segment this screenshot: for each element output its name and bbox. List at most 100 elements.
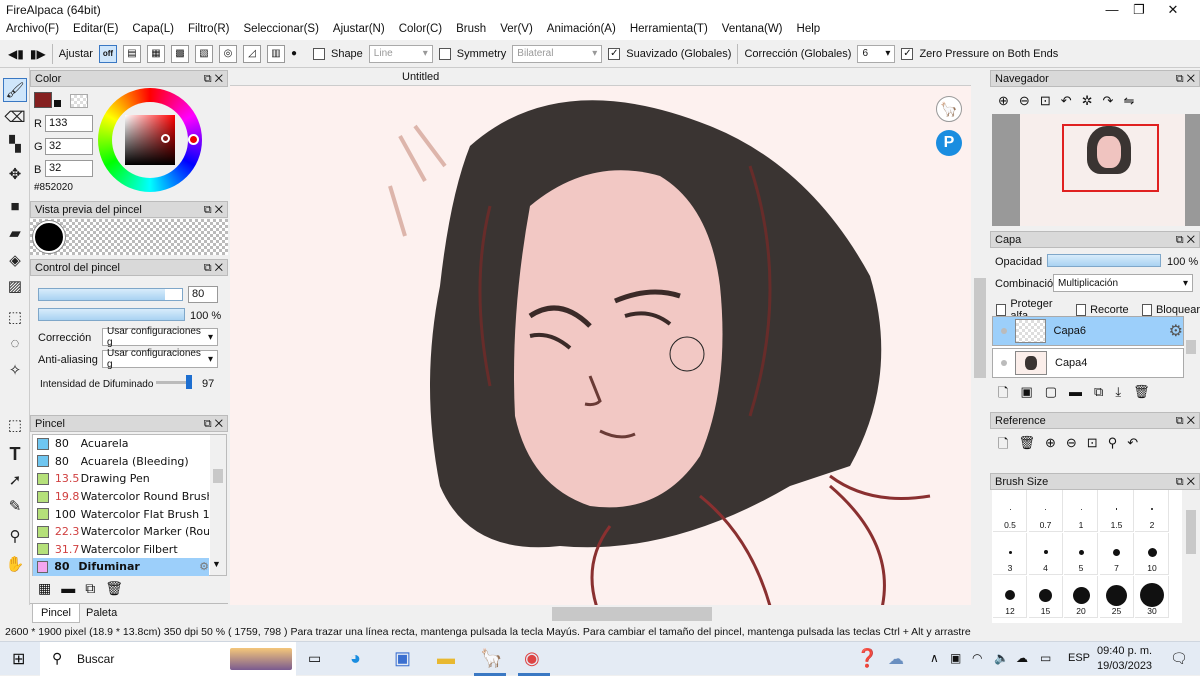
snap-grid-icon[interactable]: ▦: [146, 44, 165, 63]
snap-off-button[interactable]: off: [98, 44, 117, 63]
firealpaca-taskbar-icon[interactable]: 🦙: [480, 648, 502, 669]
tab-pincel[interactable]: Pincel: [32, 604, 80, 623]
layer-row-capa6[interactable]: Capa6 ⚙: [992, 316, 1184, 346]
brush-list-item[interactable]: 80 Acuarela: [33, 435, 209, 453]
gear-icon[interactable]: ⚙: [1169, 321, 1183, 341]
gradient-tool-icon[interactable]: ▰: [3, 221, 27, 245]
swap-color-icon[interactable]: [54, 100, 61, 107]
reference-eyedropper-icon[interactable]: ⚲: [1108, 435, 1118, 457]
dot-tool-icon[interactable]: ▚: [3, 132, 27, 156]
menu-ver[interactable]: Ver(V): [500, 20, 541, 40]
lock-checkbox[interactable]: [1141, 304, 1152, 316]
zoom-fit-icon[interactable]: ⊡: [1040, 93, 1051, 109]
operation-tool-icon[interactable]: ➚: [3, 468, 27, 492]
navigator-preview[interactable]: [992, 114, 1200, 226]
r-input[interactable]: 133: [45, 115, 93, 132]
brush-list-item[interactable]: 100 Watercolor Flat Brush 1: [33, 505, 209, 523]
weather-icon[interactable]: ☁: [888, 649, 904, 669]
reference-zoom-in-icon[interactable]: ⊕: [1045, 435, 1056, 457]
reference-fit-icon[interactable]: ⊡: [1087, 435, 1098, 457]
reference-zoom-out-icon[interactable]: ⊖: [1066, 435, 1077, 457]
clock-time[interactable]: 09:40 p. m.: [1097, 645, 1152, 657]
edge-icon[interactable]: ◕: [350, 648, 361, 669]
menu-animacion[interactable]: Animación(A): [547, 20, 624, 40]
volume-icon[interactable]: 🔈: [994, 651, 1009, 665]
layer-visibility-icon[interactable]: [1001, 328, 1007, 334]
pixiv-icon[interactable]: P: [936, 130, 962, 156]
menu-filtro[interactable]: Filtro(R): [188, 20, 238, 40]
blur-slider-thumb[interactable]: [186, 375, 192, 389]
panel-float-icon[interactable]: ⧉ ✕: [1176, 415, 1195, 427]
menu-herramienta[interactable]: Herramienta(T): [630, 20, 716, 40]
divide-tool-icon[interactable]: ✎: [3, 494, 27, 518]
snap-3d-icon[interactable]: ▥: [266, 44, 285, 63]
tab-paleta[interactable]: Paleta: [80, 604, 123, 622]
new-folder-icon[interactable]: ▬: [1069, 384, 1082, 406]
reference-open-icon[interactable]: 🗋: [998, 435, 1008, 457]
magic-wand-tool-icon[interactable]: ✧: [3, 358, 27, 382]
correccion-dropdown[interactable]: Usar configuraciones g ▾: [102, 326, 218, 348]
brush-list-item[interactable]: 22.3Watercolor Marker (Round: [33, 523, 209, 541]
menu-capa[interactable]: Capa(L): [132, 20, 182, 40]
battery-icon[interactable]: ▭: [1040, 651, 1051, 665]
store-icon[interactable]: ▣: [394, 648, 411, 669]
layer-visibility-icon[interactable]: [1001, 360, 1007, 366]
brush-list-scrollbar[interactable]: ▼: [210, 435, 226, 575]
menu-seleccionar[interactable]: Seleccionar(S): [244, 20, 327, 40]
size-input[interactable]: 80: [188, 286, 218, 303]
sv-cursor[interactable]: [161, 134, 170, 143]
panel-float-icon[interactable]: ⧉ ✕: [1176, 476, 1195, 488]
g-input[interactable]: 32: [45, 138, 93, 155]
brush-size-scrollbar[interactable]: [1184, 490, 1198, 623]
bucket-tool-icon[interactable]: ◈: [3, 248, 27, 272]
reference-delete-icon[interactable]: 🗑: [1018, 435, 1035, 457]
rotate-right-icon[interactable]: ↷: [1103, 93, 1114, 109]
suavizado-checkbox[interactable]: ✓: [608, 47, 621, 60]
panel-float-icon[interactable]: ⧉ ✕: [204, 73, 223, 85]
canvas-vscroll[interactable]: [971, 68, 990, 605]
text-tool-icon[interactable]: T: [3, 442, 27, 466]
panel-float-icon[interactable]: ⧉ ✕: [1176, 234, 1195, 246]
eyedropper-tool-icon[interactable]: ⚲: [3, 524, 27, 548]
size-slider[interactable]: [38, 288, 183, 301]
layer-scrollbar[interactable]: [1184, 316, 1198, 378]
protect-alpha-checkbox[interactable]: [996, 304, 1007, 316]
b-input[interactable]: 32: [45, 160, 93, 177]
brush-settings-icon[interactable]: ▦: [38, 580, 51, 597]
zoom-out-icon[interactable]: ⊖: [1019, 93, 1030, 109]
snap-diagonal-icon[interactable]: ▧: [194, 44, 213, 63]
lasso-tool-icon[interactable]: ◌: [3, 331, 27, 355]
chrome-icon[interactable]: ◉: [524, 648, 540, 669]
menu-ventana[interactable]: Ventana(W): [722, 20, 791, 40]
select-rect-tool-icon[interactable]: ⬚: [3, 305, 27, 329]
shape-select[interactable]: Line ▾: [368, 44, 433, 63]
hand-tool-icon[interactable]: ✋: [3, 552, 27, 576]
fill-rect-tool-icon[interactable]: ■: [3, 194, 27, 218]
rotate-reset-icon[interactable]: ✲: [1082, 93, 1093, 109]
minimize-button[interactable]: —: [1097, 0, 1127, 20]
wifi-icon[interactable]: ◠: [972, 651, 982, 665]
merge-down-icon[interactable]: ⤓: [1115, 384, 1121, 406]
canvas-tab[interactable]: Untitled: [402, 71, 439, 83]
brush-list-item[interactable]: 80 Difuminar ⚙: [33, 558, 209, 576]
brush-list-item[interactable]: 31.7 Watercolor Filbert: [33, 541, 209, 559]
eraser-tool-icon[interactable]: ⌫: [3, 105, 27, 129]
zero-pressure-checkbox[interactable]: ✓: [901, 47, 914, 60]
layer-row-capa4[interactable]: Capa4: [992, 348, 1184, 378]
blur-slider[interactable]: [156, 375, 192, 389]
panel-float-icon[interactable]: ⧉ ✕: [204, 262, 223, 274]
menu-brush[interactable]: Brush: [456, 20, 494, 40]
brush-list-item[interactable]: 13.5 Drawing Pen: [33, 470, 209, 488]
redo-icon[interactable]: ▮▶: [30, 47, 46, 61]
undo-icon[interactable]: ◀▮: [8, 47, 24, 61]
delete-layer-icon[interactable]: 🗑: [1133, 384, 1150, 406]
main-color-swatch[interactable]: [34, 92, 52, 108]
menu-help[interactable]: Help: [797, 20, 829, 40]
panel-float-icon[interactable]: ⧉ ✕: [204, 418, 223, 430]
alpaca-icon[interactable]: 🦙: [936, 96, 962, 122]
layer-opacity-slider[interactable]: [1047, 254, 1161, 267]
duplicate-layer-icon[interactable]: ⧉: [1094, 384, 1103, 406]
file-explorer-icon[interactable]: ▬: [437, 648, 455, 669]
hue-wheel[interactable]: [98, 88, 202, 192]
snap-cross-icon[interactable]: ▩: [170, 44, 189, 63]
